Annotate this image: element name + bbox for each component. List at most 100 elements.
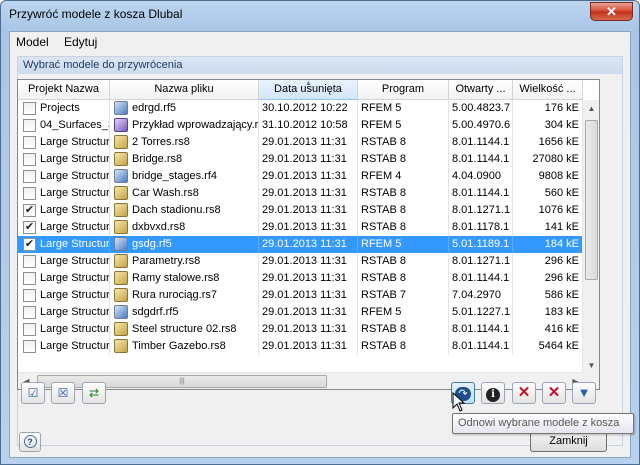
project-name: Large Structure: [40, 204, 110, 216]
sort-ascending-icon: ▲: [305, 80, 312, 87]
select-all-button[interactable]: ☑: [21, 382, 45, 404]
opened-cell: 5.00.4823.7: [449, 100, 513, 117]
help-button[interactable]: ?: [19, 432, 41, 452]
column-header-file[interactable]: Nazwa pliku: [110, 80, 259, 100]
info-button[interactable]: i: [481, 382, 505, 404]
row-checkbox[interactable]: [23, 153, 36, 166]
opened-cell: 8.01.1271.1: [449, 253, 513, 270]
project-name: Large Structure: [40, 340, 110, 352]
file-cell: Ramy stalowe.rs8: [110, 270, 259, 287]
row-checkbox[interactable]: [23, 187, 36, 200]
size-cell: 416 kE: [513, 321, 583, 338]
invert-selection-button[interactable]: ⇄: [82, 382, 106, 404]
opened-cell: 8.01.1178.1: [449, 219, 513, 236]
program-cell: RSTAB 8: [358, 253, 449, 270]
project-name: Large Structure: [40, 272, 110, 284]
table-row[interactable]: Large Structure bridge_stages.rf4 29.01.20…: [18, 168, 599, 185]
file-cell: Parametry.rs8: [110, 253, 259, 270]
table-row[interactable]: Large Structure Bridge.rs8 29.01.2013 11:3…: [18, 151, 599, 168]
date-cell: 29.01.2013 11:31: [259, 202, 358, 219]
size-cell: 560 kE: [513, 185, 583, 202]
row-checkbox[interactable]: ✔: [23, 221, 36, 234]
table-row[interactable]: Large Structure Ramy stalowe.rs8 29.01.201…: [18, 270, 599, 287]
delete-button[interactable]: ✕: [512, 382, 536, 404]
program-cell: RSTAB 8: [358, 219, 449, 236]
program-cell: RFEM 5: [358, 117, 449, 134]
file-name: Dach stadionu.rs8: [132, 204, 221, 216]
rstab-file-icon: [114, 322, 128, 336]
rstab-file-icon: [114, 288, 128, 302]
column-header-date[interactable]: ▲ Data usunięta: [259, 80, 358, 100]
table-row[interactable]: Large Structure Parametry.rs8 29.01.2013 1…: [18, 253, 599, 270]
column-header-program[interactable]: Program: [358, 80, 449, 100]
table-row[interactable]: Projects edrgd.rf5 30.10.2012 10:22 RFEM 55…: [18, 100, 599, 117]
vertical-scrollbar[interactable]: ▲ ▼: [582, 100, 599, 374]
menu-edytuj[interactable]: Edytuj: [64, 35, 97, 49]
table-row[interactable]: ✔ Large Structure gsdg.rf5 29.01.2013 11:31…: [18, 236, 599, 253]
row-checkbox[interactable]: [23, 255, 36, 268]
program-cell: RSTAB 8: [358, 338, 449, 355]
opened-cell: 8.01.1144.1: [449, 185, 513, 202]
column-header-opened[interactable]: Otwarty ...: [449, 80, 513, 100]
group-title: Wybrać modele do przywrócenia: [18, 57, 622, 74]
table-row[interactable]: Large Structure Steel structure 02.rs8 29.…: [18, 321, 599, 338]
row-checkbox[interactable]: [23, 340, 36, 353]
opened-cell: 8.01.1144.1: [449, 134, 513, 151]
row-checkbox[interactable]: [23, 102, 36, 115]
delete-icon: ✕: [517, 384, 531, 401]
row-checkbox[interactable]: [23, 289, 36, 302]
size-cell: 9808 kE: [513, 168, 583, 185]
size-cell: 296 kE: [513, 270, 583, 287]
scroll-up-icon[interactable]: ▲: [583, 100, 599, 117]
title-bar[interactable]: Przywróć modele z kosza Dlubal ✕: [1, 1, 639, 29]
delete-all-button[interactable]: ✕: [542, 382, 566, 404]
horizontal-scroll-thumb[interactable]: |||: [37, 375, 327, 388]
file-name: Przykład wprowadzający.rl: [132, 119, 259, 131]
file-name: Timber Gazebo.rs8: [132, 340, 226, 352]
rstab-file-icon: [114, 135, 128, 149]
opened-cell: 8.01.1271.1: [449, 202, 513, 219]
opened-cell: 7.04.2970: [449, 287, 513, 304]
row-checkbox[interactable]: ✔: [23, 204, 36, 217]
size-cell: 296 kE: [513, 253, 583, 270]
table-row[interactable]: ✔ Large Structure dxbvxd.rs8 29.01.2013 11:…: [18, 219, 599, 236]
menu-model[interactable]: Model: [16, 35, 49, 49]
column-header-size[interactable]: Wielkość ...: [513, 80, 583, 100]
rstab-file-icon: [114, 186, 128, 200]
project-cell: Large Structure: [18, 185, 110, 202]
row-checkbox[interactable]: [23, 323, 36, 336]
date-cell: 31.10.2012 10:58: [259, 117, 358, 134]
table-row[interactable]: Large Structure sdgdrf.rf5 29.01.2013 11:3…: [18, 304, 599, 321]
vertical-scroll-thumb[interactable]: [585, 120, 598, 280]
row-checkbox[interactable]: [23, 170, 36, 183]
table-row[interactable]: Large Structure Rura rurociąg.rs7 29.01.20…: [18, 287, 599, 304]
column-header-project[interactable]: Projekt Nazwa: [18, 80, 110, 100]
row-checkbox[interactable]: [23, 306, 36, 319]
table-row[interactable]: Large Structure Timber Gazebo.rs8 29.01.20…: [18, 338, 599, 355]
dialog-client: Model Edytuj Wybrać modele do przywrócen…: [9, 31, 631, 458]
row-checkbox[interactable]: ✔: [23, 238, 36, 251]
row-checkbox[interactable]: [23, 136, 36, 149]
table-row[interactable]: Large Structure 2 Torres.rs8 29.01.2013 11…: [18, 134, 599, 151]
filter-button[interactable]: ▼: [572, 382, 596, 404]
date-cell: 29.01.2013 11:31: [259, 168, 358, 185]
window-close-button[interactable]: ✕: [590, 2, 633, 21]
project-cell: Large Structure: [18, 168, 110, 185]
project-name: Large Structure: [40, 136, 110, 148]
program-cell: RSTAB 8: [358, 185, 449, 202]
project-name: Large Structure: [40, 187, 110, 199]
deselect-all-button[interactable]: ☒: [51, 382, 75, 404]
rstab-file-icon: [114, 271, 128, 285]
file-cell: Car Wash.rs8: [110, 185, 259, 202]
table-row[interactable]: 04_Surfaces_3 Przykład wprowadzający.rl 31…: [18, 117, 599, 134]
opened-cell: 8.01.1144.1: [449, 338, 513, 355]
date-cell: 29.01.2013 11:31: [259, 134, 358, 151]
table-row[interactable]: Large Structure Car Wash.rs8 29.01.2013 11…: [18, 185, 599, 202]
opened-cell: 8.01.1144.1: [449, 270, 513, 287]
row-checkbox[interactable]: [23, 272, 36, 285]
row-checkbox[interactable]: [23, 119, 36, 132]
table-row[interactable]: ✔ Large Structure Dach stadionu.rs8 29.01.2…: [18, 202, 599, 219]
mouse-cursor-icon: [452, 392, 466, 412]
program-cell: RSTAB 8: [358, 270, 449, 287]
file-cell: Przykład wprowadzający.rl: [110, 117, 259, 134]
